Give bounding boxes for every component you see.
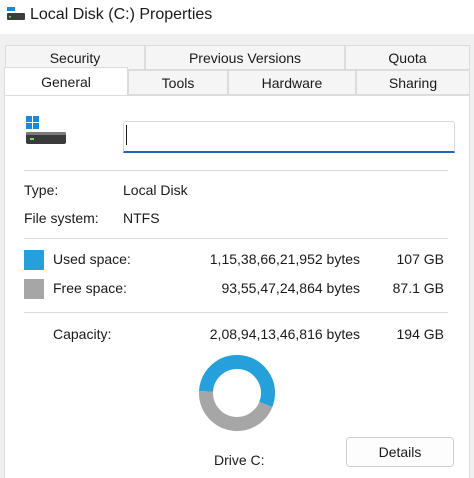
details-button[interactable]: Details	[346, 437, 454, 467]
tab-quota[interactable]: Quota	[345, 45, 470, 70]
capacity-size: 194 GB	[396, 326, 444, 342]
tab-general[interactable]: General	[4, 67, 128, 95]
tab-sharing[interactable]: Sharing	[356, 70, 470, 95]
tab-tools[interactable]: Tools	[128, 70, 228, 95]
window-title: Local Disk (C:) Properties	[30, 6, 213, 23]
title-bar: Local Disk (C:) Properties	[0, 0, 474, 34]
text-caret	[126, 125, 127, 145]
free-space-swatch	[24, 279, 44, 299]
used-space-label: Used space:	[53, 251, 131, 267]
tab-previous-versions[interactable]: Previous Versions	[145, 45, 345, 70]
free-space-bytes: 93,55,47,24,864 bytes	[221, 280, 360, 296]
hard-drive-icon	[26, 116, 66, 144]
used-space-size: 107 GB	[396, 251, 444, 267]
disk-usage-chart	[199, 355, 275, 431]
drive-label: Drive C:	[214, 452, 265, 468]
capacity-bytes: 2,08,94,13,46,816 bytes	[209, 326, 360, 342]
separator	[24, 312, 448, 313]
type-label: Type:	[24, 182, 59, 198]
free-space-size: 87.1 GB	[392, 280, 444, 296]
drive-name-input[interactable]	[123, 121, 455, 153]
file-system-label: File system:	[24, 210, 99, 226]
separator	[24, 238, 448, 239]
free-space-label: Free space:	[53, 280, 127, 296]
capacity-label: Capacity:	[53, 326, 112, 342]
tab-hardware[interactable]: Hardware	[228, 70, 356, 95]
file-system-value: NTFS	[123, 210, 160, 226]
used-space-bytes: 1,15,38,66,21,952 bytes	[209, 251, 360, 267]
type-value: Local Disk	[123, 182, 188, 198]
drive-icon	[7, 7, 25, 20]
separator	[24, 170, 448, 171]
used-space-swatch	[24, 250, 44, 270]
